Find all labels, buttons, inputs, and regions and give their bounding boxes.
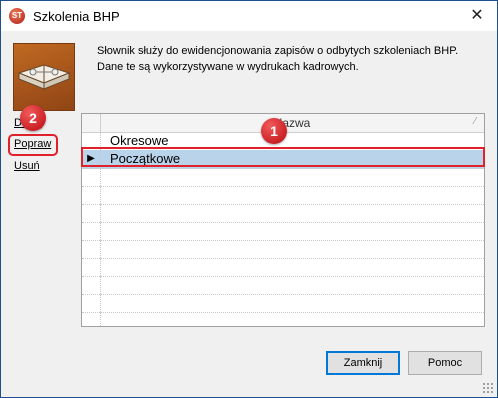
row-indicator — [82, 276, 101, 294]
row-indicator-header — [82, 114, 101, 132]
empty-row — [82, 222, 484, 241]
empty-row — [82, 276, 484, 295]
dialog-description: Słownik służy do ewidencjonowania zapisó… — [97, 45, 459, 73]
annotation-badge-2: 2 — [20, 105, 46, 131]
row-indicator — [82, 258, 101, 276]
empty-row — [82, 168, 484, 187]
empty-row — [82, 240, 484, 259]
training-list-grid[interactable]: Nazwa ⁄ Okresowe ▶ Początkowe — [81, 113, 485, 327]
annotation-badge-1: 1 — [261, 118, 287, 144]
row-indicator — [82, 312, 101, 326]
delete-link[interactable]: Usuń — [14, 160, 40, 172]
empty-row — [82, 204, 484, 223]
highlight-selected-row — [81, 147, 485, 167]
empty-row — [82, 312, 484, 326]
empty-row — [82, 258, 484, 277]
highlight-popraw-link — [8, 134, 58, 156]
book-icon — [13, 43, 75, 111]
dialog-window: ST Szkolenia BHP ✕ Słownik służy do ewid… — [0, 0, 498, 398]
empty-row — [82, 294, 484, 313]
close-icon[interactable]: ✕ — [467, 6, 487, 26]
row-name: Okresowe — [110, 133, 169, 148]
resize-grip-icon[interactable] — [482, 382, 494, 394]
title-bar[interactable]: ST Szkolenia BHP ✕ — [1, 1, 497, 31]
row-indicator — [82, 222, 101, 240]
row-indicator — [82, 186, 101, 204]
window-title: Szkolenia BHP — [33, 9, 120, 24]
help-button[interactable]: Pomoc — [408, 351, 482, 375]
row-indicator — [82, 168, 101, 186]
row-indicator — [82, 294, 101, 312]
row-indicator — [82, 204, 101, 222]
app-icon: ST — [9, 8, 25, 24]
close-button[interactable]: Zamknij — [326, 351, 400, 375]
sort-icon: ⁄ — [474, 116, 476, 127]
row-indicator — [82, 240, 101, 258]
empty-row — [82, 186, 484, 205]
column-header-nazwa[interactable]: Nazwa — [100, 116, 484, 130]
